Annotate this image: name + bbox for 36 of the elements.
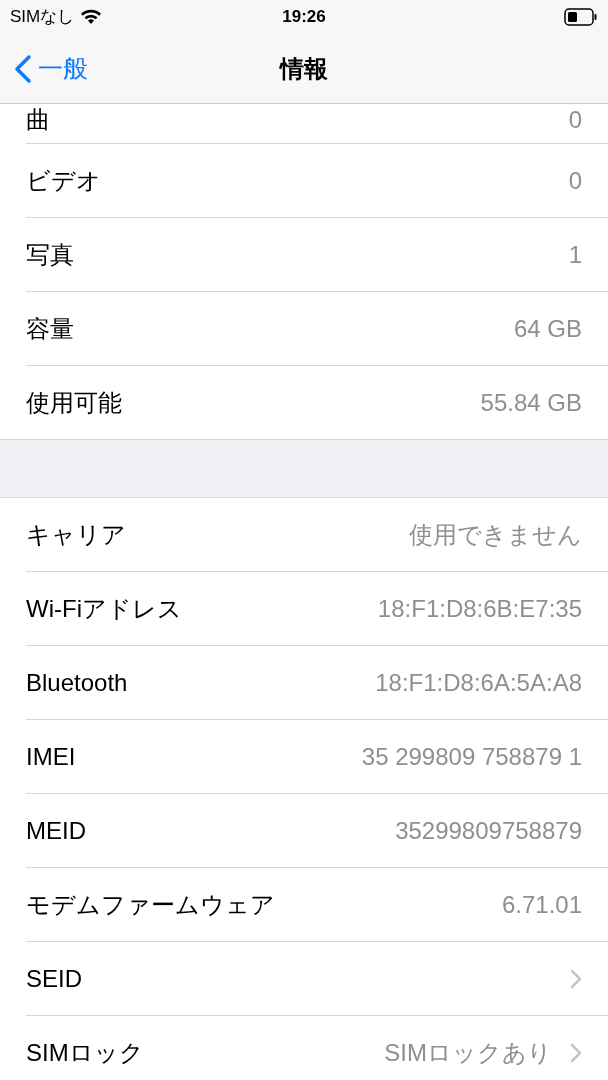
row-value: 18:F1:D8:6A:5A:A8 xyxy=(375,667,582,698)
row-label: Wi-Fiアドレス xyxy=(26,593,182,624)
row-label: 曲 xyxy=(26,106,50,134)
row-label: SIMロック xyxy=(26,1037,144,1068)
page-title: 情報 xyxy=(280,53,328,84)
row-value: 0 xyxy=(568,106,582,134)
chevron-left-icon xyxy=(14,53,32,84)
row-label: モデムファームウェア xyxy=(26,889,275,920)
list-row[interactable]: SIMロック SIMロックあり xyxy=(0,1016,608,1080)
row-value: 64 GB xyxy=(513,313,582,344)
row-value: 6.71.01 xyxy=(501,889,582,920)
row-value: 55.84 GB xyxy=(480,387,582,418)
battery-icon xyxy=(564,8,598,26)
back-button[interactable]: 一般 xyxy=(14,49,88,88)
row-value: 18:F1:D8:6B:E7:35 xyxy=(377,593,582,624)
chevron-right-icon xyxy=(570,968,582,989)
row-value: 35 299809 758879 1 xyxy=(361,741,582,772)
row-label: Bluetooth xyxy=(26,667,128,698)
row-value: SIMロックあり xyxy=(384,1037,552,1068)
chevron-right-icon xyxy=(570,1042,582,1063)
wifi-icon xyxy=(80,9,103,25)
clock-text: 19:26 xyxy=(282,6,326,29)
row-label: SEID xyxy=(26,963,82,994)
row-label: キャリア xyxy=(26,519,126,550)
carrier-text: SIMなし xyxy=(10,6,75,29)
row-value: 35299809758879 xyxy=(395,815,582,846)
row-value: 0 xyxy=(568,165,582,196)
row-label: ビデオ xyxy=(26,165,101,196)
row-label: 容量 xyxy=(26,313,74,344)
row-label: 写真 xyxy=(26,239,74,270)
list-row[interactable]: SEID xyxy=(0,942,608,1016)
row-value: 1 xyxy=(568,239,582,270)
row-value: 使用できません xyxy=(409,519,582,550)
row-label: IMEI xyxy=(26,741,76,772)
row-label: MEID xyxy=(26,815,86,846)
row-label: 使用可能 xyxy=(26,387,122,418)
